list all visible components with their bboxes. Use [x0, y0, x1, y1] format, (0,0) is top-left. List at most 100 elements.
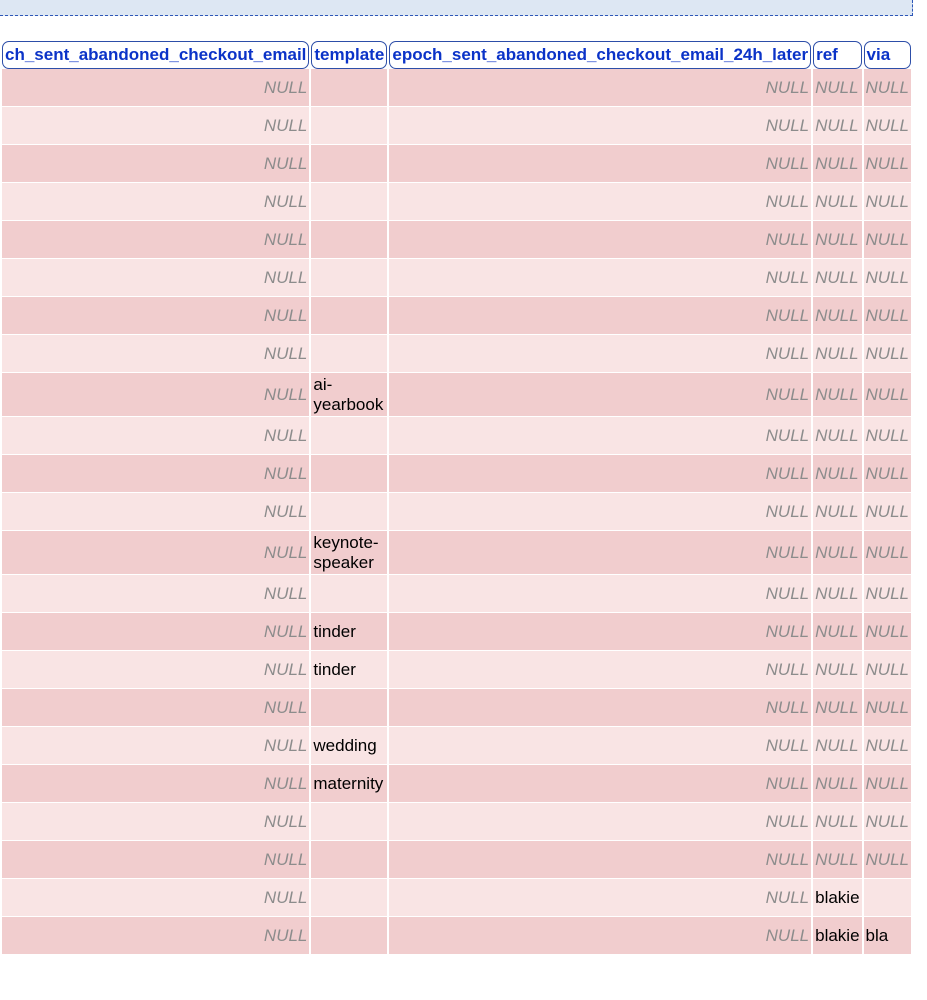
cell-sent-abandoned-checkout-email[interactable]: NULL [2, 765, 310, 803]
cell-template[interactable] [311, 259, 388, 297]
cell-template[interactable]: wedding [311, 727, 388, 765]
cell-sent-abandoned-checkout-email[interactable]: NULL [2, 689, 310, 727]
cell-ref[interactable]: NULL [813, 69, 862, 107]
cell-ref[interactable]: NULL [813, 417, 862, 455]
table-row[interactable]: NULL NULL NULL NULL [2, 69, 911, 107]
cell-sent-abandoned-checkout-email[interactable]: NULL [2, 613, 310, 651]
table-row[interactable]: NULL tinder NULL NULL NULL [2, 613, 911, 651]
cell-via[interactable]: NULL [863, 613, 911, 651]
cell-ref[interactable]: NULL [813, 727, 862, 765]
cell-sent-abandoned-checkout-email-24h-later[interactable]: NULL [389, 531, 812, 575]
cell-sent-abandoned-checkout-email-24h-later[interactable]: NULL [389, 107, 812, 145]
cell-ref[interactable]: NULL [813, 455, 862, 493]
cell-via[interactable]: NULL [863, 651, 911, 689]
cell-via[interactable]: NULL [863, 765, 911, 803]
cell-template[interactable] [311, 221, 388, 259]
cell-sent-abandoned-checkout-email-24h-later[interactable]: NULL [389, 69, 812, 107]
cell-sent-abandoned-checkout-email[interactable]: NULL [2, 493, 310, 531]
column-header-sent-abandoned-checkout-email[interactable]: ch_sent_abandoned_checkout_email [2, 41, 310, 69]
column-header-ref[interactable]: ref [813, 41, 862, 69]
cell-sent-abandoned-checkout-email[interactable]: NULL [2, 373, 310, 417]
cell-via[interactable]: NULL [863, 689, 911, 727]
table-row[interactable]: NULL NULL blakie bla [2, 917, 911, 955]
cell-sent-abandoned-checkout-email-24h-later[interactable]: NULL [389, 373, 812, 417]
cell-template[interactable] [311, 841, 388, 879]
cell-sent-abandoned-checkout-email-24h-later[interactable]: NULL [389, 259, 812, 297]
cell-sent-abandoned-checkout-email-24h-later[interactable]: NULL [389, 613, 812, 651]
column-header-template[interactable]: template [311, 41, 388, 69]
table-row[interactable]: NULL NULL NULL NULL [2, 455, 911, 493]
table-row[interactable]: NULL NULL NULL NULL [2, 803, 911, 841]
cell-template[interactable] [311, 297, 388, 335]
cell-sent-abandoned-checkout-email[interactable]: NULL [2, 841, 310, 879]
cell-template[interactable] [311, 917, 388, 955]
cell-ref[interactable]: blakie [813, 917, 862, 955]
cell-template[interactable] [311, 107, 388, 145]
cell-sent-abandoned-checkout-email-24h-later[interactable]: NULL [389, 879, 812, 917]
results-table-viewport[interactable]: ch_sent_abandoned_checkout_email templat… [0, 41, 927, 1000]
cell-via[interactable]: NULL [863, 841, 911, 879]
cell-sent-abandoned-checkout-email-24h-later[interactable]: NULL [389, 765, 812, 803]
cell-sent-abandoned-checkout-email[interactable]: NULL [2, 69, 310, 107]
cell-ref[interactable]: NULL [813, 259, 862, 297]
cell-sent-abandoned-checkout-email-24h-later[interactable]: NULL [389, 335, 812, 373]
table-row[interactable]: NULL NULL NULL NULL [2, 107, 911, 145]
cell-template[interactable] [311, 493, 388, 531]
cell-sent-abandoned-checkout-email[interactable]: NULL [2, 803, 310, 841]
cell-sent-abandoned-checkout-email-24h-later[interactable]: NULL [389, 803, 812, 841]
cell-sent-abandoned-checkout-email[interactable]: NULL [2, 183, 310, 221]
table-row[interactable]: NULL NULL NULL NULL [2, 221, 911, 259]
cell-ref[interactable]: NULL [813, 613, 862, 651]
cell-sent-abandoned-checkout-email[interactable]: NULL [2, 455, 310, 493]
cell-sent-abandoned-checkout-email[interactable]: NULL [2, 259, 310, 297]
cell-via[interactable]: NULL [863, 145, 911, 183]
cell-sent-abandoned-checkout-email-24h-later[interactable]: NULL [389, 221, 812, 259]
cell-template[interactable]: keynote-speaker [311, 531, 388, 575]
cell-sent-abandoned-checkout-email[interactable]: NULL [2, 335, 310, 373]
table-row[interactable]: NULL keynote-speaker NULL NULL NULL [2, 531, 911, 575]
cell-sent-abandoned-checkout-email-24h-later[interactable]: NULL [389, 417, 812, 455]
cell-sent-abandoned-checkout-email-24h-later[interactable]: NULL [389, 455, 812, 493]
cell-sent-abandoned-checkout-email-24h-later[interactable]: NULL [389, 183, 812, 221]
table-row[interactable]: NULL NULL NULL NULL [2, 417, 911, 455]
table-row[interactable]: NULL NULL NULL NULL [2, 335, 911, 373]
cell-template[interactable] [311, 417, 388, 455]
cell-template[interactable] [311, 145, 388, 183]
cell-template[interactable]: tinder [311, 613, 388, 651]
cell-sent-abandoned-checkout-email[interactable]: NULL [2, 575, 310, 613]
cell-via[interactable]: NULL [863, 335, 911, 373]
cell-via[interactable]: NULL [863, 221, 911, 259]
cell-template[interactable]: ai-yearbook [311, 373, 388, 417]
cell-ref[interactable]: NULL [813, 183, 862, 221]
cell-via[interactable]: NULL [863, 259, 911, 297]
cell-ref[interactable]: NULL [813, 373, 862, 417]
cell-sent-abandoned-checkout-email-24h-later[interactable]: NULL [389, 297, 812, 335]
table-row[interactable]: NULL wedding NULL NULL NULL [2, 727, 911, 765]
table-row[interactable]: NULL maternity NULL NULL NULL [2, 765, 911, 803]
cell-template[interactable]: maternity [311, 765, 388, 803]
cell-via[interactable]: NULL [863, 531, 911, 575]
cell-ref[interactable]: NULL [813, 221, 862, 259]
cell-via[interactable]: NULL [863, 727, 911, 765]
cell-sent-abandoned-checkout-email[interactable]: NULL [2, 917, 310, 955]
cell-sent-abandoned-checkout-email-24h-later[interactable]: NULL [389, 689, 812, 727]
cell-ref[interactable]: NULL [813, 297, 862, 335]
cell-sent-abandoned-checkout-email[interactable]: NULL [2, 107, 310, 145]
table-row[interactable]: NULL NULL blakie [2, 879, 911, 917]
table-row[interactable]: NULL NULL NULL NULL [2, 689, 911, 727]
cell-sent-abandoned-checkout-email[interactable]: NULL [2, 651, 310, 689]
cell-ref[interactable]: NULL [813, 689, 862, 727]
table-row[interactable]: NULL NULL NULL NULL [2, 297, 911, 335]
cell-via[interactable]: NULL [863, 575, 911, 613]
cell-sent-abandoned-checkout-email-24h-later[interactable]: NULL [389, 145, 812, 183]
cell-via[interactable]: NULL [863, 373, 911, 417]
cell-sent-abandoned-checkout-email[interactable]: NULL [2, 417, 310, 455]
cell-sent-abandoned-checkout-email[interactable]: NULL [2, 145, 310, 183]
table-row[interactable]: NULL NULL NULL NULL [2, 183, 911, 221]
table-row[interactable]: NULL NULL NULL NULL [2, 575, 911, 613]
cell-template[interactable] [311, 69, 388, 107]
cell-sent-abandoned-checkout-email[interactable]: NULL [2, 297, 310, 335]
cell-ref[interactable]: NULL [813, 575, 862, 613]
cell-sent-abandoned-checkout-email-24h-later[interactable]: NULL [389, 727, 812, 765]
cell-sent-abandoned-checkout-email[interactable]: NULL [2, 221, 310, 259]
